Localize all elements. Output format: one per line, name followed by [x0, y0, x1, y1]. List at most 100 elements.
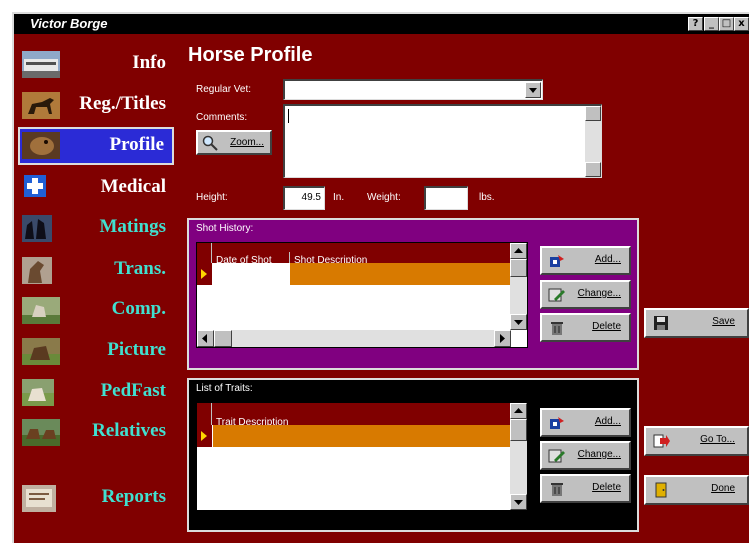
nav-item-relatives[interactable]: Relatives: [18, 414, 174, 450]
scroll-down-icon[interactable]: [510, 314, 527, 330]
trash-icon: [551, 483, 563, 496]
comments-value: [285, 108, 287, 122]
scroll-up-icon[interactable]: [510, 243, 527, 259]
magnifier-icon: [202, 135, 218, 151]
nav-label: Comp.: [111, 298, 166, 319]
comments-scrollbar[interactable]: [585, 106, 601, 177]
text-caret: [288, 109, 289, 123]
scroll-right-icon[interactable]: [494, 330, 511, 347]
goto-arrow-icon: [653, 434, 670, 448]
trait-delete-button[interactable]: Delete: [540, 474, 631, 503]
nav-label: Reg./Titles: [79, 93, 166, 114]
table-row[interactable]: [197, 425, 511, 447]
weight-label: Weight:: [367, 192, 401, 203]
picture-photo-icon: [22, 338, 60, 365]
traits-vertical-scrollbar[interactable]: [510, 403, 527, 510]
zoom-button[interactable]: Zoom...: [196, 130, 272, 155]
traits-grid[interactable]: Trait Description: [196, 402, 528, 511]
nav-item-info[interactable]: Info: [18, 46, 174, 82]
grid-cell[interactable]: [213, 425, 511, 447]
competition-photo-icon: [22, 297, 60, 324]
horse-head-photo-icon: [22, 257, 52, 284]
nav-item-matings[interactable]: Matings: [18, 210, 174, 246]
pedigree-photo-icon: [22, 379, 54, 406]
height-label: Height:: [196, 192, 228, 203]
horse-silhouette-icon: [22, 92, 60, 119]
window-title: Victor Borge: [30, 16, 108, 31]
change-record-icon: [548, 449, 565, 463]
shot-history-grid[interactable]: Date of Shot Shot Description: [196, 242, 528, 348]
traits-title: List of Traits:: [196, 383, 253, 394]
shot-add-label: Add...: [594, 254, 621, 265]
regular-vet-select[interactable]: [283, 79, 543, 100]
scroll-left-icon[interactable]: [197, 330, 214, 347]
row-pointer-icon: [201, 269, 207, 279]
save-button[interactable]: Save: [644, 308, 749, 338]
shot-horizontal-scrollbar[interactable]: [197, 330, 511, 347]
scroll-down-icon[interactable]: [510, 494, 527, 510]
page-title: Horse Profile: [188, 44, 313, 66]
close-button[interactable]: x: [734, 17, 749, 31]
scroll-down-icon[interactable]: [585, 162, 601, 177]
nav-item-picture[interactable]: Picture: [18, 333, 174, 369]
title-bar[interactable]: Victor Borge: [14, 14, 749, 34]
grid-cell[interactable]: [290, 263, 511, 285]
nav-item-profile[interactable]: Profile: [18, 127, 174, 165]
goto-label: Go To...: [700, 434, 735, 445]
trait-delete-label: Delete: [592, 482, 621, 493]
scroll-up-icon[interactable]: [585, 106, 601, 121]
scroll-thumb[interactable]: [510, 259, 527, 277]
nav-label: Matings: [99, 216, 167, 237]
door-icon: [655, 482, 667, 498]
trait-add-label: Add...: [594, 416, 621, 427]
nav-item-medical[interactable]: Medical: [18, 170, 174, 206]
weight-input[interactable]: [424, 186, 468, 210]
row-indicator-header: [197, 243, 212, 263]
row-pointer: [197, 263, 212, 285]
height-input[interactable]: 49.5: [283, 186, 325, 210]
goto-button[interactable]: Go To...: [644, 426, 749, 456]
done-label: Done: [711, 483, 735, 494]
weight-unit: lbs.: [479, 192, 495, 203]
done-button[interactable]: Done: [644, 475, 749, 505]
nav-label: Medical: [100, 176, 166, 197]
horse-head-icon: [22, 132, 60, 159]
row-indicator-header: [197, 403, 212, 425]
row-pointer: [197, 425, 212, 447]
shot-vertical-scrollbar[interactable]: [510, 243, 527, 330]
shot-history-title: Shot History:: [196, 223, 254, 234]
nav-label: PedFast: [100, 380, 166, 401]
change-record-icon: [548, 288, 565, 302]
nav-item-pedfast[interactable]: PedFast: [18, 374, 174, 410]
medical-cross-icon: [24, 175, 46, 197]
add-record-icon: [550, 417, 564, 429]
trait-add-button[interactable]: Add...: [540, 408, 631, 437]
regular-vet-label: Regular Vet:: [196, 84, 252, 95]
help-button[interactable]: ?: [688, 17, 703, 31]
trailer-icon: [22, 51, 60, 78]
nav-label: Reports: [101, 486, 166, 507]
maximize-button[interactable]: □: [719, 17, 734, 31]
table-row[interactable]: [197, 263, 511, 285]
chevron-down-icon[interactable]: [525, 82, 541, 98]
scroll-up-icon[interactable]: [510, 403, 527, 419]
nav-item-trans[interactable]: Trans.: [18, 252, 174, 288]
save-label: Save: [712, 316, 735, 327]
grid-cell[interactable]: [213, 263, 290, 285]
shot-add-button[interactable]: Add...: [540, 246, 631, 275]
minimize-button[interactable]: _: [704, 17, 719, 31]
nav-item-reg-titles[interactable]: Reg./Titles: [18, 87, 174, 123]
nav-item-comp[interactable]: Comp.: [18, 292, 174, 328]
shot-change-button[interactable]: Change...: [540, 280, 631, 309]
scroll-thumb[interactable]: [510, 419, 527, 441]
comments-textarea[interactable]: [283, 104, 602, 178]
zoom-label: Zoom...: [230, 137, 264, 148]
nav-label: Profile: [109, 134, 164, 155]
add-record-icon: [550, 255, 564, 267]
shot-delete-button[interactable]: Delete: [540, 313, 631, 342]
scroll-thumb[interactable]: [214, 330, 232, 347]
grid-header: Trait Description: [197, 403, 511, 428]
trait-change-button[interactable]: Change...: [540, 441, 631, 470]
nav-item-reports[interactable]: Reports: [18, 480, 174, 516]
shot-change-label: Change...: [577, 288, 621, 299]
